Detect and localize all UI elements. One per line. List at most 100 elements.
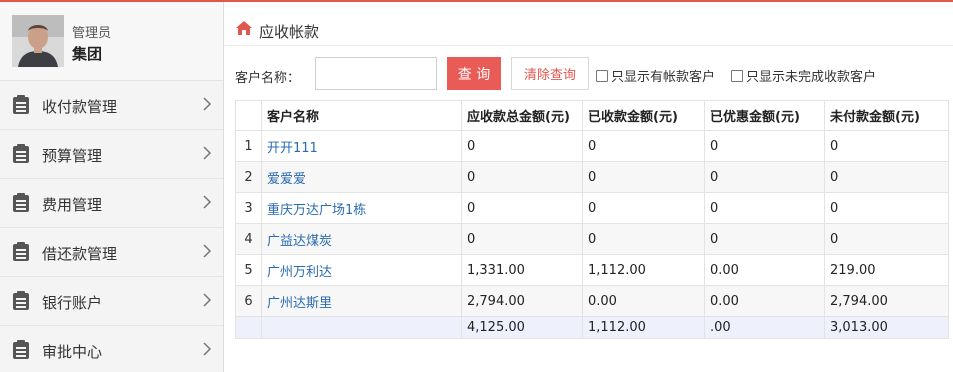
avatar[interactable]: [12, 15, 64, 67]
sidebar-item-loans[interactable]: 借还款管理: [0, 228, 223, 277]
unpaid-sum-cell: 3,013.00: [824, 316, 949, 339]
checkbox-box[interactable]: [596, 69, 608, 82]
filter-unfinished-checkbox[interactable]: 只显示未完成收款客户: [731, 66, 876, 85]
chevron-right-icon: [203, 342, 212, 356]
sidebar-item-label: 审批中心: [42, 343, 103, 361]
discount-cell: 0: [704, 130, 825, 162]
list-icon: [13, 291, 29, 310]
received-cell: 0: [582, 130, 705, 162]
chevron-right-icon: [203, 195, 212, 209]
discount-cell: 0: [704, 161, 825, 193]
table-row[interactable]: 6 广州达斯里 2,794.00 0.00 0.00 2,794.00: [235, 285, 949, 317]
page-header: 应收帐款: [225, 2, 953, 46]
page-title: 应收帐款: [259, 23, 320, 41]
row-index: 1: [235, 130, 262, 162]
sidebar-item-label: 银行账户: [42, 294, 103, 312]
list-icon: [13, 193, 29, 212]
checkbox-box[interactable]: [731, 69, 743, 82]
unpaid-cell: 0: [824, 223, 949, 255]
total-cell: 1,331.00: [461, 254, 583, 286]
checkbox-label: 只显示有帐款客户: [611, 70, 716, 85]
home-icon: [236, 21, 252, 35]
column-header-received[interactable]: 已收款金额(元): [582, 100, 705, 131]
received-cell: 0: [582, 192, 705, 224]
sidebar-item-label: 预算管理: [42, 147, 103, 165]
discount-cell: 0.00: [704, 285, 825, 317]
customer-name-link[interactable]: 重庆万达广场1栋: [261, 192, 462, 224]
column-header-unpaid[interactable]: 未付款金额(元): [824, 100, 949, 131]
unpaid-cell: 2,794.00: [824, 285, 949, 317]
list-icon: [13, 144, 29, 163]
checkbox-label: 只显示未完成收款客户: [746, 70, 877, 85]
customer-name-link[interactable]: 开开111: [261, 130, 462, 162]
total-cell: 0: [461, 192, 583, 224]
column-header-total[interactable]: 应收款总金额(元): [461, 100, 583, 131]
column-header-discount[interactable]: 已优惠金额(元): [704, 100, 825, 131]
column-header-customer[interactable]: 客户名称: [261, 100, 462, 131]
column-header-index: [235, 100, 262, 131]
filter-has-accounts-checkbox[interactable]: 只显示有帐款客户: [596, 66, 715, 85]
customer-name-label: 客户名称：: [235, 71, 301, 86]
customer-name-input[interactable]: [315, 57, 437, 90]
received-cell: 1,112.00: [582, 254, 705, 286]
list-icon: [13, 242, 29, 261]
list-icon: [13, 340, 29, 359]
total-cell: 0: [461, 161, 583, 193]
total-sum-cell: 4,125.00: [461, 316, 583, 339]
clear-query-button[interactable]: 清除查询: [511, 57, 589, 90]
unpaid-cell: 0: [824, 161, 949, 193]
unpaid-cell: 0: [824, 192, 949, 224]
user-name: 集团: [72, 45, 103, 63]
sidebar-item-budget[interactable]: 预算管理: [0, 130, 223, 179]
user-panel: 管理员 集团: [0, 2, 223, 81]
table-row[interactable]: 4 广益达煤炭 0 0 0 0: [235, 223, 949, 255]
received-cell: 0: [582, 161, 705, 193]
row-index: 6: [235, 285, 262, 317]
received-cell: 0: [582, 223, 705, 255]
table-row[interactable]: 2 爱爱爱 0 0 0 0: [235, 161, 949, 193]
totals-name-cell: [261, 316, 462, 339]
search-bar: 客户名称： 查 询 清除查询 只显示有帐款客户 只显示未完成收款客户: [225, 55, 953, 95]
table-row[interactable]: 5 广州万利达 1,331.00 1,112.00 0.00 219.00: [235, 254, 949, 286]
received-cell: 0.00: [582, 285, 705, 317]
row-index: 3: [235, 192, 262, 224]
customer-name-link[interactable]: 爱爱爱: [261, 161, 462, 193]
sidebar-item-expenses[interactable]: 费用管理: [0, 179, 223, 228]
chevron-right-icon: [203, 97, 212, 111]
discount-cell: 0: [704, 192, 825, 224]
sidebar-item-bank-accounts[interactable]: 银行账户: [0, 277, 223, 326]
query-button[interactable]: 查 询: [447, 57, 501, 90]
received-sum-cell: 1,112.00: [582, 316, 705, 339]
discount-cell: 0: [704, 223, 825, 255]
totals-index-cell: [235, 316, 262, 339]
sidebar-item-label: 收付款管理: [42, 98, 118, 116]
sidebar-item-approvals[interactable]: 审批中心: [0, 326, 223, 372]
table-header-row: 客户名称 应收款总金额(元) 已收款金额(元) 已优惠金额(元) 未付款金额(元…: [235, 100, 949, 131]
row-index: 4: [235, 223, 262, 255]
discount-cell: 0.00: [704, 254, 825, 286]
chevron-right-icon: [203, 244, 212, 258]
total-cell: 0: [461, 130, 583, 162]
customer-name-link[interactable]: 广益达煤炭: [261, 223, 462, 255]
main-content: 应收帐款 客户名称： 查 询 清除查询 只显示有帐款客户 只显示未完成收款客户 …: [225, 2, 953, 372]
table-row[interactable]: 3 重庆万达广场1栋 0 0 0 0: [235, 192, 949, 224]
user-role: 管理员: [72, 26, 112, 41]
discount-sum-cell: .00: [704, 316, 825, 339]
sidebar-item-label: 借还款管理: [42, 245, 118, 263]
chevron-right-icon: [203, 146, 212, 160]
receivables-table: 客户名称 应收款总金额(元) 已收款金额(元) 已优惠金额(元) 未付款金额(元…: [235, 100, 949, 339]
row-index: 2: [235, 161, 262, 193]
customer-name-link[interactable]: 广州万利达: [261, 254, 462, 286]
unpaid-cell: 0: [824, 130, 949, 162]
sidebar-item-label: 费用管理: [42, 196, 103, 214]
customer-name-link[interactable]: 广州达斯里: [261, 285, 462, 317]
totals-row: 4,125.00 1,112.00 .00 3,013.00: [235, 316, 949, 339]
sidebar-item-payments[interactable]: 收付款管理: [0, 81, 223, 130]
unpaid-cell: 219.00: [824, 254, 949, 286]
total-cell: 2,794.00: [461, 285, 583, 317]
sidebar: 管理员 集团 收付款管理 预算管理 费用管理 借还款管理 银行账户 审批中心: [0, 2, 224, 372]
chevron-right-icon: [203, 293, 212, 307]
table-row[interactable]: 1 开开111 0 0 0 0: [235, 130, 949, 162]
total-cell: 0: [461, 223, 583, 255]
list-icon: [13, 95, 29, 114]
